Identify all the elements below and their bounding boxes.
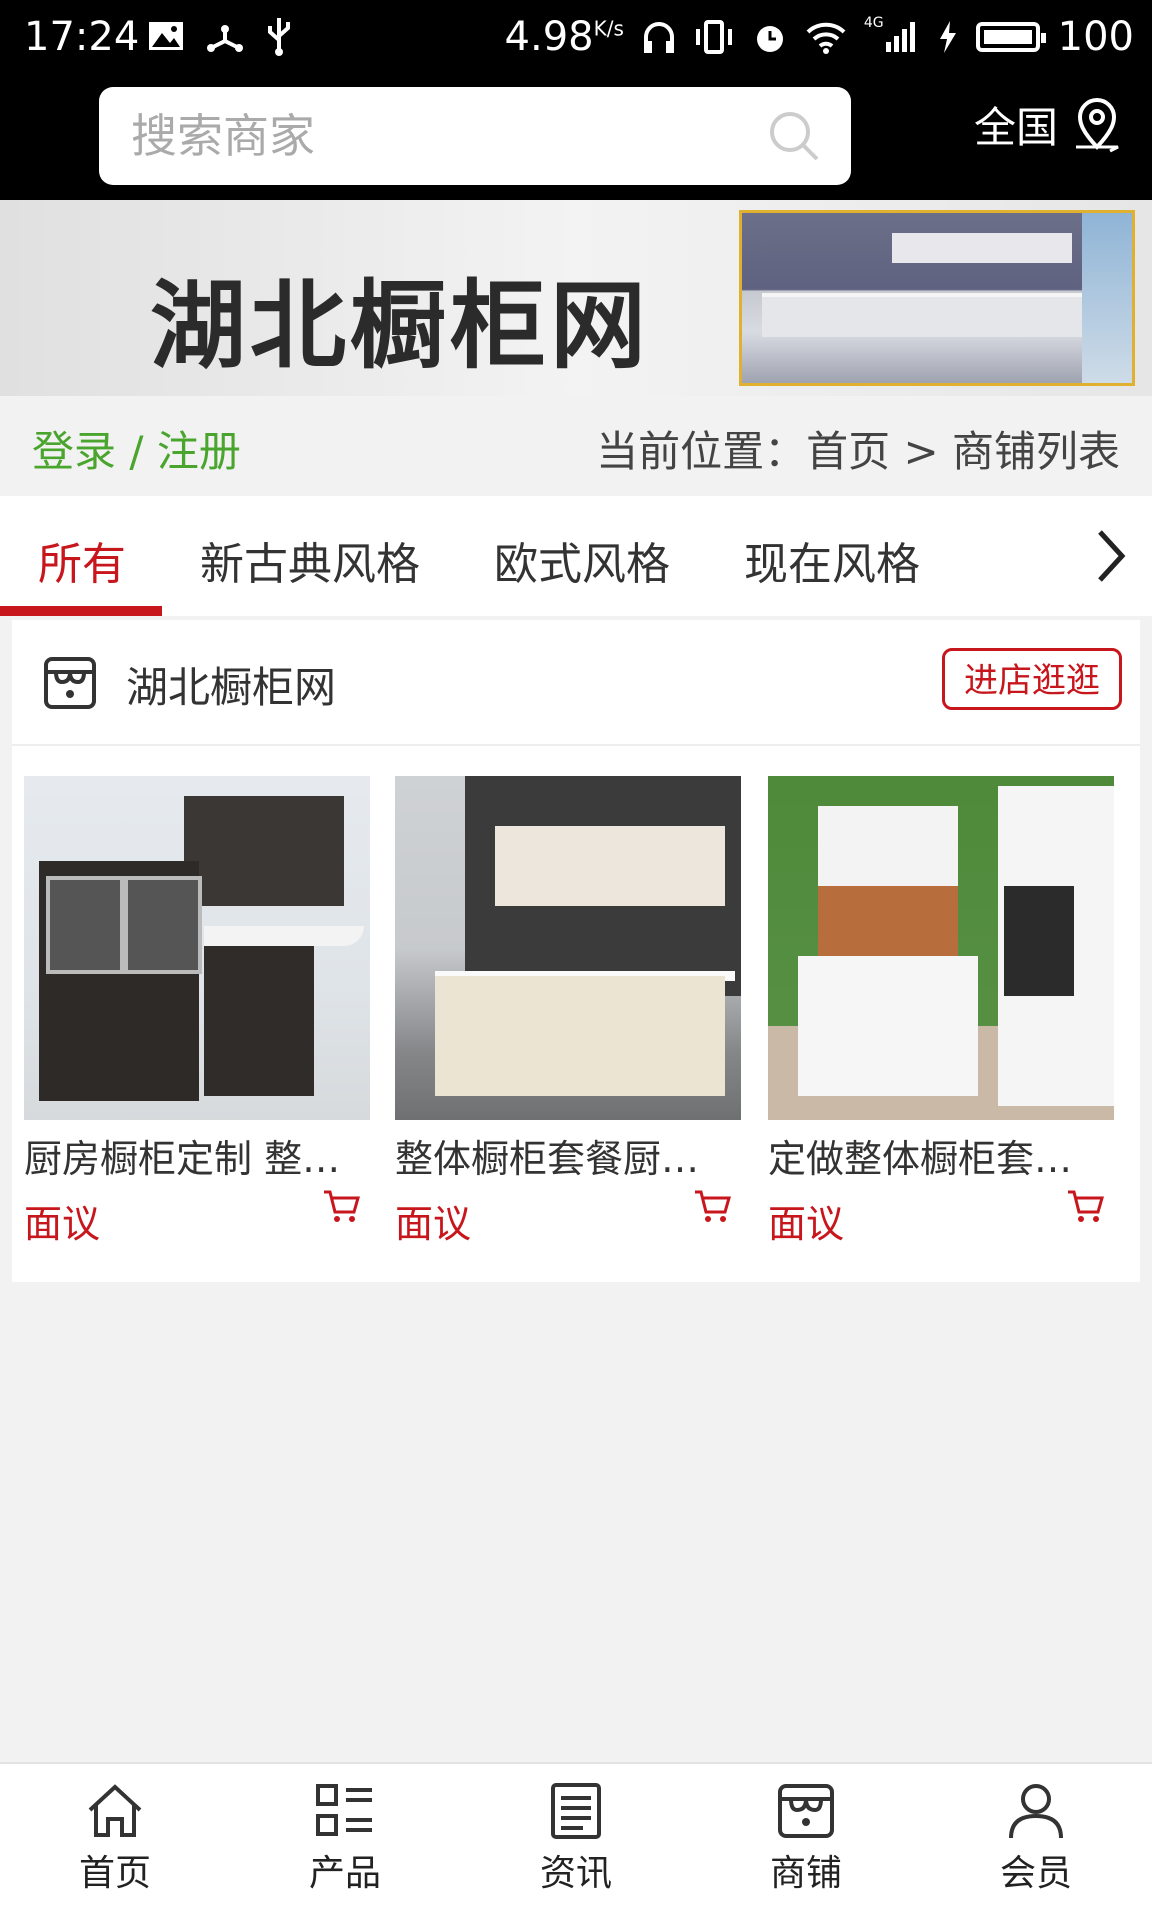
product-image[interactable] [24,776,370,1120]
banner-title: 湖北橱柜网 [150,270,650,382]
product-price: 面议 [768,1202,845,1246]
nav-label: 产品 [308,1853,381,1894]
product-name[interactable]: 厨房橱柜定制 整体橱柜 [24,1128,364,1183]
cart-icon[interactable] [322,1188,362,1224]
nav-news[interactable]: 资讯 [496,1782,656,1896]
breadcrumb: 当前位置：首页 > 商铺列表 [596,427,1120,476]
tab-neoclassical[interactable]: 新古典风格 [200,528,420,592]
grid-list-icon [316,1784,372,1836]
user-icon [1009,1784,1063,1839]
nav-home[interactable]: 首页 [35,1782,195,1896]
nav-label: 资讯 [539,1853,612,1894]
product-card[interactable]: 厨房橱柜定制 整体橱柜 面议 [24,776,370,1248]
alarm-icon [756,26,783,52]
category-tabs: 所有 新古典风格 欧式风格 现在风格 [0,496,1152,616]
login-register-link[interactable]: 登录 / 注册 [32,418,241,479]
product-image[interactable] [768,776,1114,1120]
region-label: 全国 [973,103,1058,152]
battery-icon [975,22,1046,52]
image-icon [149,22,183,50]
signal-icon [885,22,915,52]
product-price: 面议 [395,1202,472,1246]
nav-shops[interactable]: 商铺 [726,1782,886,1896]
site-banner: 湖北橱柜网 [0,200,1152,396]
account-breadcrumb-bar: 登录 / 注册 当前位置：首页 > 商铺列表 [0,396,1152,496]
cart-icon[interactable] [1066,1188,1106,1224]
shop-card: 湖北橱柜网 进店逛逛 厨房橱柜定制 整体橱柜 面议 整体橱柜套餐厨房橱柜 面议 … [12,620,1140,1282]
shop-name: 湖北橱柜网 [126,663,337,712]
location-pin-icon [1076,97,1119,152]
status-time: 17:24 [24,14,140,60]
active-tab-indicator [0,606,162,616]
search-input[interactable] [129,105,753,167]
nav-label: 首页 [78,1853,151,1894]
headphones-icon [643,22,674,53]
shop-header: 湖北橱柜网 进店逛逛 [12,620,1140,746]
vibrate-icon [695,20,732,54]
product-price: 面议 [24,1202,101,1246]
search-header: 全国 [0,76,1152,200]
chevron-right-icon[interactable] [1090,526,1130,586]
usb-icon [268,18,290,56]
charging-icon [939,21,956,53]
region-selector[interactable]: 全国 [974,94,1122,155]
tab-modern[interactable]: 现在风格 [744,528,920,592]
battery-level: 100 [1057,14,1134,60]
product-image[interactable] [395,776,741,1120]
store-icon [778,1784,834,1838]
speed-unit: K/s [593,16,624,41]
nav-products[interactable]: 产品 [265,1782,425,1896]
search-icon[interactable] [767,109,821,163]
cart-icon[interactable] [693,1188,733,1224]
product-name[interactable]: 整体橱柜套餐厨房橱柜 [395,1128,735,1183]
document-icon [551,1783,601,1839]
search-box[interactable] [99,87,851,185]
nav-label: 商铺 [769,1853,842,1894]
tab-all[interactable]: 所有 [38,528,126,592]
bottom-navigation: 首页 产品 资讯 商铺 会员 [0,1762,1152,1922]
visit-shop-button[interactable]: 进店逛逛 [942,648,1122,710]
product-card[interactable]: 整体橱柜套餐厨房橱柜 面议 [395,776,741,1248]
product-name[interactable]: 定做整体橱柜套餐厨房 [768,1128,1108,1183]
wifi-icon [806,22,846,54]
share-node-icon [207,25,243,52]
network-speed: 4.98 [504,14,594,60]
nav-member[interactable]: 会员 [956,1782,1116,1896]
home-icon [88,1784,142,1837]
banner-kitchen-image [739,210,1135,386]
tab-european[interactable]: 欧式风格 [494,528,670,592]
status-bar: 17:24 4.98K/s 4G 100 [0,0,1152,76]
network-type: 4G [863,15,884,31]
store-icon [44,657,96,709]
nav-label: 会员 [999,1853,1072,1894]
product-card[interactable]: 定做整体橱柜套餐厨房 面议 [768,776,1114,1248]
